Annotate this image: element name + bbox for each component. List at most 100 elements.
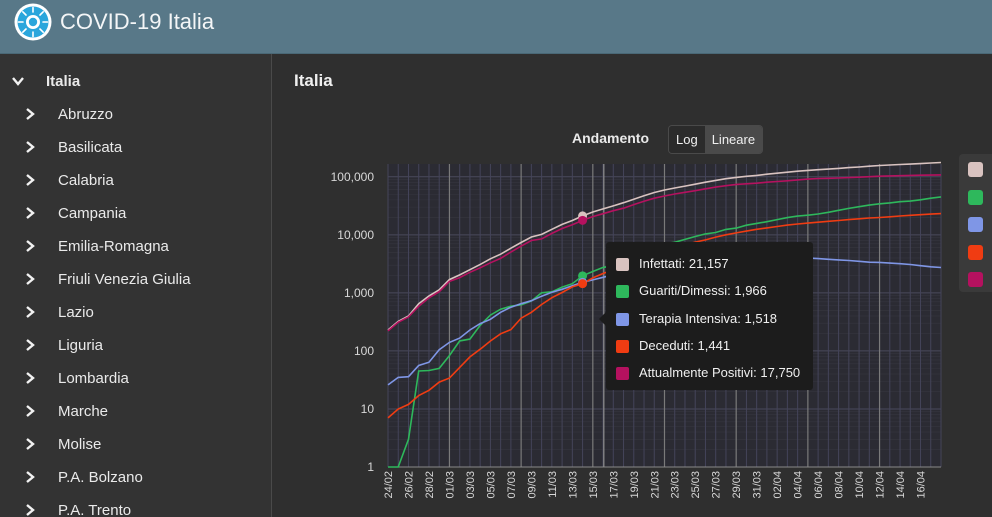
chevron-right-icon	[26, 438, 35, 450]
sidebar-item-label: Emilia-Romagna	[58, 238, 169, 255]
sidebar-item-label: Molise	[58, 436, 102, 453]
x-tick-label: 13/03	[567, 471, 579, 499]
app-header: COVID-19 Italia	[0, 0, 992, 54]
sidebar-item-region[interactable]: Marche	[0, 395, 271, 428]
chevron-right-icon	[26, 504, 35, 516]
sidebar-item-region[interactable]: Liguria	[0, 329, 271, 362]
x-tick-label: 12/04	[875, 471, 887, 499]
chevron-right-icon	[26, 339, 35, 351]
x-tick-label: 28/02	[424, 471, 436, 499]
chevron-right-icon	[26, 207, 35, 219]
x-tick-label: 29/03	[731, 471, 743, 499]
chevron-right-icon	[26, 306, 35, 318]
sidebar-item-label: Abruzzo	[58, 106, 114, 123]
chevron-right-icon	[26, 240, 35, 252]
tooltip-text: Infettati: 21,157	[639, 256, 729, 271]
sidebar-item-label: Friuli Venezia Giulia	[58, 271, 191, 288]
x-tick-label: 09/03	[526, 471, 538, 499]
tooltip-swatch	[616, 312, 629, 326]
legend-swatch[interactable]	[968, 162, 983, 177]
sidebar-item-region[interactable]: Emilia-Romagna	[0, 230, 271, 263]
sidebar-item-label: Basilicata	[58, 139, 123, 156]
main-panel: Italia Andamento Log Lineare 1 10 100 1,000…	[272, 54, 992, 517]
sidebar-item-region[interactable]: Friuli Venezia Giulia	[0, 263, 271, 296]
chevron-right-icon	[26, 405, 35, 417]
sidebar-item-label: Liguria	[58, 337, 104, 354]
sidebar-item-label: P.A. Trento	[58, 502, 132, 517]
x-tick-label: 15/03	[588, 471, 600, 499]
x-tick-label: 06/04	[813, 471, 825, 499]
chevron-right-icon	[26, 108, 35, 120]
x-tick-label: 19/03	[629, 471, 641, 499]
sidebar-item-region[interactable]: P.A. Trento	[0, 494, 271, 517]
sidebar-item-region[interactable]: Lombardia	[0, 362, 271, 395]
chevron-right-icon	[26, 141, 35, 153]
chevron-right-icon	[26, 372, 35, 384]
tooltip-swatch	[616, 339, 629, 353]
x-tick-label: 04/04	[793, 471, 805, 499]
sidebar-item-italia[interactable]: Italia	[0, 65, 271, 98]
x-tick-label: 05/03	[485, 471, 497, 499]
sidebar-item-region[interactable]: P.A. Bolzano	[0, 461, 271, 494]
legend-swatch[interactable]	[968, 244, 983, 260]
x-tick-label: 03/03	[465, 471, 477, 499]
x-tick-label: 24/02	[383, 471, 395, 499]
x-tick-label: 17/03	[608, 471, 620, 499]
y-tick-label: 100	[354, 344, 374, 358]
tooltip-arrow	[599, 312, 606, 326]
sidebar-item-region[interactable]: Basilicata	[0, 131, 271, 164]
sidebar-item-label: Lombardia	[58, 370, 129, 387]
x-tick-label: 11/03	[547, 471, 559, 498]
sidebar-item-label: Lazio	[58, 304, 94, 321]
chart-tooltip: Infettati: 21,157 Guariti/Dimessi: 1,966 T…	[599, 242, 813, 390]
highlight-point	[578, 215, 588, 225]
x-tick-label: 07/03	[506, 471, 518, 499]
tooltip-text: Terapia Intensiva: 1,518	[639, 310, 778, 326]
y-tick-label: 1,000	[344, 286, 374, 300]
tooltip-text: Attualmente Positivi: 17,750	[639, 365, 801, 381]
sidebar-item-region[interactable]: Lazio	[0, 296, 271, 329]
x-tick-label: 08/04	[834, 471, 846, 499]
legend-swatch[interactable]	[968, 189, 983, 205]
y-tick-label: 10,000	[337, 228, 374, 242]
x-tick-label: 21/03	[649, 471, 661, 499]
tooltip-swatch	[616, 258, 629, 271]
y-tick-label: 100,000	[331, 170, 375, 184]
y-tick-label: 1	[367, 460, 374, 474]
chevron-right-icon	[26, 471, 35, 483]
app-title: COVID-19 Italia	[60, 9, 215, 34]
x-tick-label: 23/03	[670, 471, 682, 499]
region-sidebar: Italia Abruzzo Basilicata Calabria Campania…	[0, 54, 272, 517]
x-tick-label: 25/03	[690, 471, 702, 499]
chevron-down-icon	[12, 77, 24, 86]
x-tick-label: 31/03	[752, 471, 764, 499]
x-tick-label: 27/03	[711, 471, 723, 499]
sidebar-item-region[interactable]: Molise	[0, 428, 271, 461]
x-tick-label: 16/04	[916, 471, 928, 499]
x-tick-label: 14/04	[895, 471, 907, 499]
sidebar-item-label: P.A. Bolzano	[58, 469, 143, 486]
sidebar-item-region[interactable]: Campania	[0, 197, 271, 230]
tooltip-text: Guariti/Dimessi: 1,966	[639, 283, 767, 299]
tooltip-swatch	[616, 285, 629, 299]
highlight-point	[578, 279, 588, 289]
chart-legend	[959, 154, 992, 292]
tooltip-swatch	[616, 367, 629, 381]
virus-icon	[14, 3, 52, 41]
chevron-right-icon	[26, 174, 35, 186]
x-tick-label: 10/04	[854, 471, 866, 499]
sidebar-item-label: Campania	[58, 205, 127, 222]
sidebar-item-label: Italia	[46, 73, 81, 90]
x-tick-label: 26/02	[403, 471, 415, 499]
sidebar-item-label: Calabria	[58, 172, 114, 189]
x-tick-label: 02/04	[772, 471, 784, 499]
x-tick-label: 01/03	[444, 471, 456, 499]
sidebar-item-region[interactable]: Abruzzo	[0, 98, 271, 131]
legend-swatch[interactable]	[968, 272, 983, 287]
chevron-right-icon	[26, 273, 35, 285]
y-tick-label: 10	[361, 402, 375, 416]
legend-swatch[interactable]	[968, 217, 983, 232]
tooltip-text: Deceduti: 1,441	[639, 337, 731, 353]
sidebar-item-label: Marche	[58, 403, 109, 420]
sidebar-item-region[interactable]: Calabria	[0, 164, 271, 197]
